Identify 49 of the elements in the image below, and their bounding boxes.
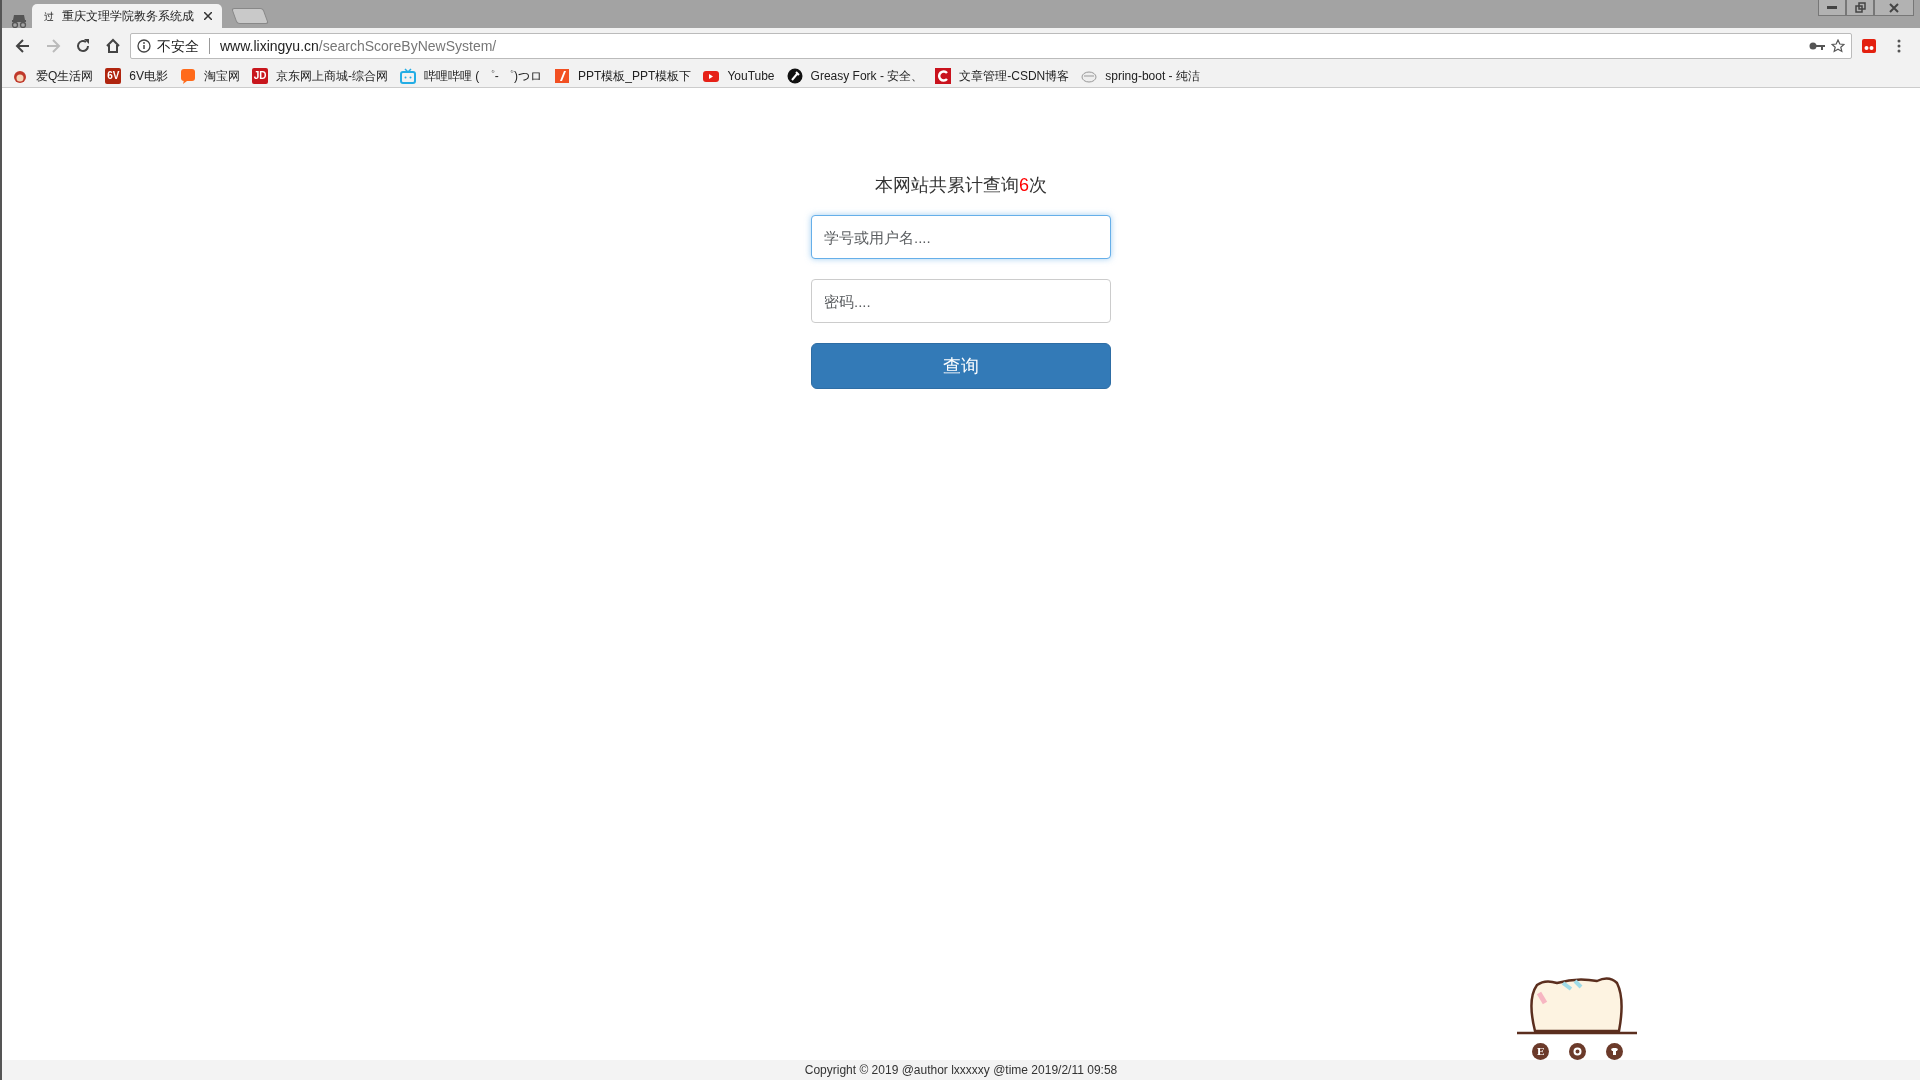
- back-arrow-icon: [14, 37, 32, 55]
- close-icon: [204, 12, 212, 20]
- slanted-bar-icon: [554, 67, 571, 84]
- restore-button[interactable]: [1846, 0, 1874, 16]
- bookmark[interactable]: JD 京东网上商城-综合网: [252, 66, 389, 85]
- tab-favicon: 过: [44, 9, 54, 24]
- chat-bubble-icon: [180, 67, 197, 84]
- password-field[interactable]: 密码....: [811, 279, 1111, 323]
- shirt-icon: [1610, 1047, 1619, 1056]
- home-icon: [104, 37, 122, 55]
- close-icon: [1889, 2, 1899, 13]
- browser-tab[interactable]: 过 重庆文理学院教务系统成: [32, 4, 222, 28]
- bookmark[interactable]: YouTube: [703, 66, 775, 85]
- ring-icon: [1573, 1047, 1582, 1056]
- restore-icon: [1854, 2, 1866, 13]
- address-bar[interactable]: 不安全 www.lixingyu.cn/searchScoreByNewSystem/: [130, 33, 1852, 59]
- copyright-text: Copyright © 2019 @author lxxxxxy @time 2019/2/11 09:58: [804, 1062, 1118, 1079]
- ring-button[interactable]: [1569, 1043, 1586, 1060]
- extension-icon: [1862, 39, 1876, 53]
- bookmark[interactable]: 爱Q生活网: [12, 66, 94, 85]
- bookmark[interactable]: Greasy Fork - 安全、: [786, 66, 924, 85]
- security-label: 不安全: [157, 36, 199, 56]
- logo-icon: 6V: [105, 67, 122, 84]
- letter-button[interactable]: E: [1532, 1043, 1549, 1060]
- forward-arrow-icon: [44, 37, 62, 55]
- key-icon[interactable]: [1809, 41, 1825, 51]
- close-button[interactable]: [1874, 0, 1914, 16]
- bookmark[interactable]: 哔哩哔哩 ( ゜- ゜)つロ: [400, 66, 543, 85]
- bookmark[interactable]: 文章管理-CSDN博客: [935, 66, 1070, 85]
- logo-icon: JD: [252, 67, 269, 84]
- bookmark[interactable]: 6V 6V电影: [105, 66, 169, 85]
- username-field[interactable]: 学号或用户名....: [811, 215, 1111, 259]
- tv-icon: [400, 67, 417, 84]
- url-text: www.lixingyu.cn/searchScoreByNewSystem/: [220, 36, 498, 56]
- menu-icon: [1897, 39, 1901, 53]
- bookmark[interactable]: 淘宝网: [180, 66, 241, 85]
- shirt-button[interactable]: [1606, 1043, 1623, 1060]
- bookmark[interactable]: spring-boot - 纯洁: [1081, 66, 1200, 85]
- star-icon[interactable]: [1831, 39, 1845, 53]
- bookmark[interactable]: PPT模板_PPT模板下: [554, 66, 692, 85]
- c-logo-icon: [935, 67, 952, 84]
- query-counter: 本网站共累计查询6次: [874, 174, 1048, 197]
- reload-icon: [74, 37, 92, 55]
- minimize-button[interactable]: [1818, 0, 1846, 16]
- info-icon: [137, 39, 151, 53]
- tab-title: 重庆文理学院教务系统成: [62, 8, 194, 25]
- minimize-icon: [1827, 6, 1837, 9]
- incognito-icon: [10, 14, 28, 28]
- submit-button[interactable]: 查询: [811, 343, 1111, 389]
